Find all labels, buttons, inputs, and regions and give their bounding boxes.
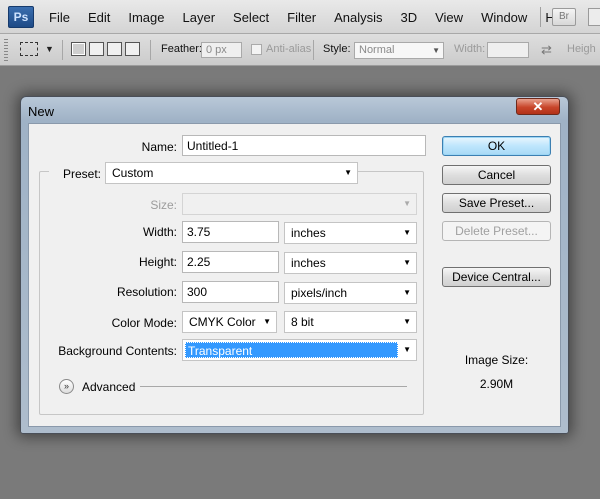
menu-view[interactable]: View — [426, 10, 472, 25]
height-label: Height: — [138, 255, 177, 269]
height-input[interactable]: 2.25 — [182, 251, 279, 273]
new-selection-icon[interactable] — [71, 42, 86, 56]
device-central-button[interactable]: Device Central... — [442, 267, 551, 287]
bridge-button[interactable]: Br — [552, 8, 576, 26]
preset-select[interactable]: Custom ▼ — [105, 162, 358, 184]
image-size-label: Image Size: — [464, 353, 529, 367]
style-label: Style: — [323, 43, 351, 55]
menu-layer[interactable]: Layer — [174, 10, 225, 25]
color-mode-select[interactable]: CMYK Color ▼ — [182, 311, 277, 333]
chevron-down-icon: ▼ — [403, 345, 411, 354]
size-label: Size: — [150, 198, 177, 212]
swap-width-height-icon[interactable]: ⇄ — [541, 42, 552, 58]
photoshop-logo-icon[interactable]: Ps — [8, 6, 34, 28]
menu-3d[interactable]: 3D — [391, 10, 426, 25]
subtract-from-selection-icon[interactable] — [107, 42, 122, 56]
menu-image[interactable]: Image — [119, 10, 173, 25]
cancel-button[interactable]: Cancel — [442, 165, 551, 185]
dialog-content: Name: Untitled-1 Preset: Custom ▼ Size: … — [28, 123, 561, 427]
chevron-down-icon: ▼ — [403, 288, 411, 297]
close-button[interactable]: ✕ — [516, 98, 560, 115]
options-bar: ▼ Feather: 0 px Anti-alias Style: Normal… — [0, 34, 600, 66]
name-label: Name: — [141, 140, 177, 154]
advanced-expand-icon[interactable]: » — [59, 379, 74, 394]
options-separator — [313, 40, 314, 60]
intersect-selection-icon[interactable] — [125, 42, 140, 56]
preset-label: Preset: — [62, 167, 101, 181]
menu-filter[interactable]: Filter — [278, 10, 325, 25]
menu-file[interactable]: File — [40, 10, 79, 25]
width-unit-select[interactable]: inches ▼ — [284, 222, 417, 244]
menu-select[interactable]: Select — [224, 10, 278, 25]
resolution-label: Resolution: — [116, 285, 177, 299]
resolution-unit-select[interactable]: pixels/inch ▼ — [284, 282, 417, 304]
anti-alias-checkbox[interactable] — [251, 44, 262, 55]
menu-window[interactable]: Window — [472, 10, 536, 25]
menu-separator — [540, 7, 541, 27]
preset-value: Custom — [112, 166, 154, 180]
height-unit-select[interactable]: inches ▼ — [284, 252, 417, 274]
view-extras-icon[interactable] — [588, 8, 600, 26]
chevron-down-icon: ▼ — [432, 46, 440, 55]
width-label: Width: — [454, 43, 486, 55]
resolution-unit-value: pixels/inch — [291, 286, 348, 300]
background-contents-value: Transparent — [185, 342, 398, 358]
menu-edit[interactable]: Edit — [79, 10, 119, 25]
width-unit-value: inches — [291, 226, 326, 240]
bit-depth-value: 8 bit — [291, 315, 314, 329]
add-to-selection-icon[interactable] — [89, 42, 104, 56]
chevron-down-icon: ▼ — [403, 317, 411, 326]
width-input[interactable] — [487, 42, 529, 58]
menu-analysis[interactable]: Analysis — [325, 10, 391, 25]
new-document-dialog: New ✕ Name: Untitled-1 Preset: Custom ▼ … — [20, 96, 569, 434]
background-contents-label: Background Contents: — [58, 344, 177, 358]
menu-bar: Ps File Edit Image Layer Select Filter A… — [0, 0, 600, 34]
anti-alias-label: Anti-alias — [266, 43, 312, 55]
options-bar-grip-icon[interactable] — [4, 39, 8, 61]
name-input[interactable]: Untitled-1 — [182, 135, 426, 156]
options-separator — [150, 40, 151, 60]
feather-label: Feather: — [161, 43, 202, 55]
advanced-label[interactable]: Advanced — [82, 380, 135, 394]
rectangular-marquee-icon[interactable] — [20, 42, 38, 56]
feather-input[interactable]: 0 px — [201, 42, 242, 58]
size-select[interactable]: ▼ — [182, 193, 417, 215]
close-icon: ✕ — [532, 99, 544, 114]
dialog-title: New — [28, 104, 55, 119]
delete-preset-button[interactable]: Delete Preset... — [442, 221, 551, 241]
height-label: Heigh — [567, 43, 596, 55]
tool-preset-dropdown-icon[interactable]: ▼ — [45, 44, 54, 54]
style-select[interactable]: Normal ▼ — [354, 42, 444, 59]
chevron-down-icon: ▼ — [403, 228, 411, 237]
bit-depth-select[interactable]: 8 bit ▼ — [284, 311, 417, 333]
menu-items: File Edit Image Layer Select Filter Anal… — [40, 0, 581, 34]
save-preset-button[interactable]: Save Preset... — [442, 193, 551, 213]
color-mode-label: Color Mode: — [111, 316, 177, 330]
height-unit-value: inches — [291, 256, 326, 270]
background-contents-select[interactable]: Transparent ▼ — [182, 339, 417, 361]
chevron-down-icon: ▼ — [344, 168, 352, 177]
color-mode-value: CMYK Color — [189, 315, 256, 329]
advanced-divider — [140, 386, 407, 387]
resolution-input[interactable]: 300 — [182, 281, 279, 303]
width-input[interactable]: 3.75 — [182, 221, 279, 243]
options-separator — [62, 40, 63, 60]
width-label: Width: — [142, 225, 177, 239]
chevron-down-icon: ▼ — [403, 199, 411, 208]
style-select-value: Normal — [359, 44, 395, 56]
image-size-value: 2.90M — [479, 377, 514, 391]
chevron-down-icon: ▼ — [263, 317, 271, 326]
ok-button[interactable]: OK — [442, 136, 551, 156]
chevron-down-icon: ▼ — [403, 258, 411, 267]
